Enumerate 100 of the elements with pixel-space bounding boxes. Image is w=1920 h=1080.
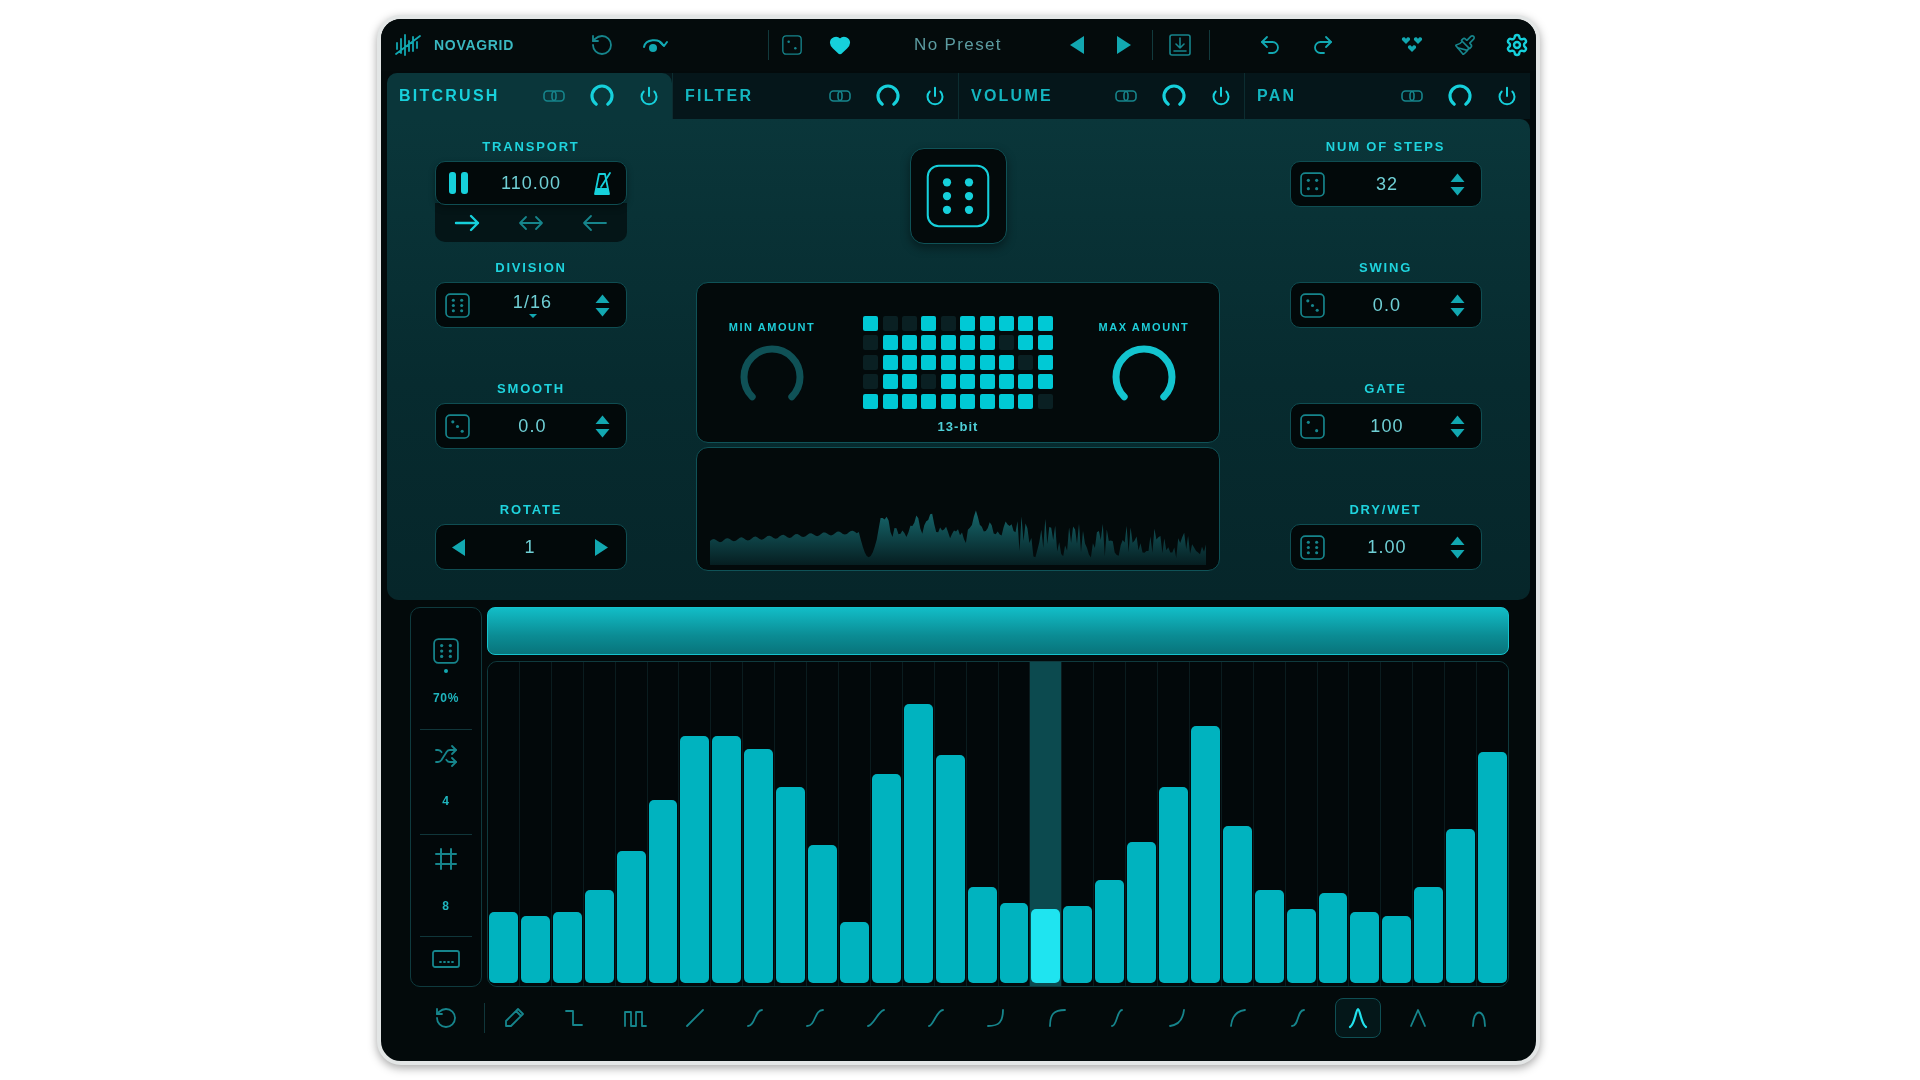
- up-arrow-icon[interactable]: [1449, 293, 1465, 303]
- step-track[interactable]: [551, 662, 583, 986]
- step-bar[interactable]: [935, 755, 965, 983]
- step-track[interactable]: [743, 662, 775, 986]
- step-bar[interactable]: [1318, 893, 1348, 983]
- number-field[interactable]: 32: [1289, 161, 1482, 207]
- dice-icon[interactable]: [433, 638, 459, 664]
- step-track[interactable]: [775, 662, 807, 986]
- dice-icon[interactable]: [445, 292, 470, 318]
- power-icon[interactable]: [639, 86, 659, 106]
- step-bar[interactable]: [903, 703, 933, 983]
- step-track[interactable]: [1349, 662, 1381, 986]
- power-icon[interactable]: [1497, 86, 1517, 106]
- settings-icon[interactable]: [1505, 33, 1529, 57]
- grid-icon[interactable]: [434, 847, 458, 871]
- step-bar[interactable]: [1190, 726, 1220, 983]
- step-bar[interactable]: [1382, 915, 1412, 983]
- down-arrow-icon[interactable]: [1449, 549, 1465, 559]
- right-arrow-icon[interactable]: [595, 538, 608, 556]
- step-track[interactable]: [615, 662, 647, 986]
- heart-icon[interactable]: [829, 34, 851, 56]
- step-bar[interactable]: [584, 889, 614, 983]
- step-track[interactable]: [647, 662, 679, 986]
- down-arrow-icon[interactable]: [595, 307, 610, 317]
- step-track[interactable]: [966, 662, 998, 986]
- shuffle-icon[interactable]: [434, 744, 458, 768]
- refresh-icon[interactable]: [590, 33, 614, 57]
- step-bar[interactable]: [871, 774, 901, 983]
- number-field[interactable]: 1/16: [435, 282, 627, 328]
- knob-icon[interactable]: [875, 83, 901, 109]
- arrow-left-icon[interactable]: [582, 212, 608, 233]
- step-track[interactable]: [807, 662, 838, 986]
- brush-icon[interactable]: [1454, 34, 1476, 56]
- pause-icon[interactable]: [448, 171, 470, 195]
- redo-icon[interactable]: [1311, 33, 1335, 57]
- previous-icon[interactable]: [1070, 36, 1084, 54]
- up-arrow-icon[interactable]: [1449, 172, 1465, 182]
- step-bar[interactable]: [1031, 909, 1061, 983]
- step-bar[interactable]: [1350, 912, 1380, 983]
- step-bar[interactable]: [680, 735, 710, 983]
- step-bar[interactable]: [776, 787, 806, 983]
- link-icon[interactable]: [829, 88, 851, 104]
- power-icon[interactable]: [1211, 86, 1231, 106]
- dice-icon[interactable]: [1299, 534, 1325, 560]
- step-track[interactable]: [711, 662, 743, 986]
- step-track[interactable]: [1285, 662, 1317, 986]
- down-arrow-icon[interactable]: [595, 428, 610, 438]
- number-field[interactable]: 1.00: [1289, 524, 1482, 570]
- step-track[interactable]: [934, 662, 966, 986]
- arrow-right-icon[interactable]: [454, 212, 480, 233]
- step-bar[interactable]: [999, 902, 1029, 983]
- number-field[interactable]: 1: [435, 524, 627, 570]
- step-bar[interactable]: [839, 922, 869, 983]
- step-track[interactable]: [1221, 662, 1253, 986]
- metronome-icon[interactable]: [592, 171, 612, 195]
- preset-name[interactable]: No Preset: [914, 32, 1002, 58]
- link-icon[interactable]: [1401, 88, 1423, 104]
- step-bar[interactable]: [648, 800, 678, 983]
- step-bar[interactable]: [1254, 889, 1284, 983]
- download-icon[interactable]: [1169, 34, 1191, 56]
- reset-icon[interactable]: [434, 1006, 458, 1030]
- step-track[interactable]: [902, 662, 934, 986]
- step-track[interactable]: [998, 662, 1030, 986]
- knob-icon[interactable]: [1161, 83, 1187, 109]
- step-track[interactable]: [1317, 662, 1349, 986]
- step-bar[interactable]: [1222, 825, 1252, 983]
- step-track[interactable]: [488, 662, 519, 986]
- step-track[interactable]: [1030, 662, 1062, 986]
- step-track[interactable]: [1445, 662, 1477, 986]
- tempo-value[interactable]: 110.00: [500, 173, 562, 193]
- undo-icon[interactable]: [1258, 33, 1282, 57]
- number-field[interactable]: 0.0: [1289, 282, 1482, 328]
- tab[interactable]: PAN: [1244, 73, 1530, 119]
- step-track[interactable]: [1094, 662, 1126, 986]
- step-track[interactable]: [870, 662, 902, 986]
- randomize-button[interactable]: [909, 148, 1007, 244]
- step-track[interactable]: [1189, 662, 1221, 986]
- knob-icon[interactable]: [1447, 83, 1473, 109]
- left-arrow-icon[interactable]: [452, 538, 465, 556]
- range-bar[interactable]: [487, 607, 1509, 655]
- link-icon[interactable]: [543, 88, 565, 104]
- down-arrow-icon[interactable]: [1449, 307, 1465, 317]
- caret-icon[interactable]: [528, 314, 537, 318]
- step-bar[interactable]: [744, 748, 774, 983]
- step-bar[interactable]: [1286, 909, 1316, 983]
- step-track[interactable]: [583, 662, 615, 986]
- step-bar[interactable]: [967, 886, 997, 983]
- dice-icon[interactable]: [782, 35, 802, 55]
- tool-button[interactable]: [1335, 998, 1382, 1038]
- tab[interactable]: BITCRUSH: [387, 73, 672, 119]
- number-field[interactable]: 100: [1289, 403, 1482, 449]
- dice-icon[interactable]: [445, 413, 470, 439]
- step-bar[interactable]: [1446, 828, 1476, 983]
- step-bar[interactable]: [1127, 841, 1157, 983]
- step-track[interactable]: [519, 662, 551, 986]
- down-arrow-icon[interactable]: [1449, 186, 1465, 196]
- step-track[interactable]: [1413, 662, 1445, 986]
- step-bar[interactable]: [616, 851, 646, 983]
- up-arrow-icon[interactable]: [1449, 414, 1465, 424]
- step-track[interactable]: [1477, 662, 1508, 986]
